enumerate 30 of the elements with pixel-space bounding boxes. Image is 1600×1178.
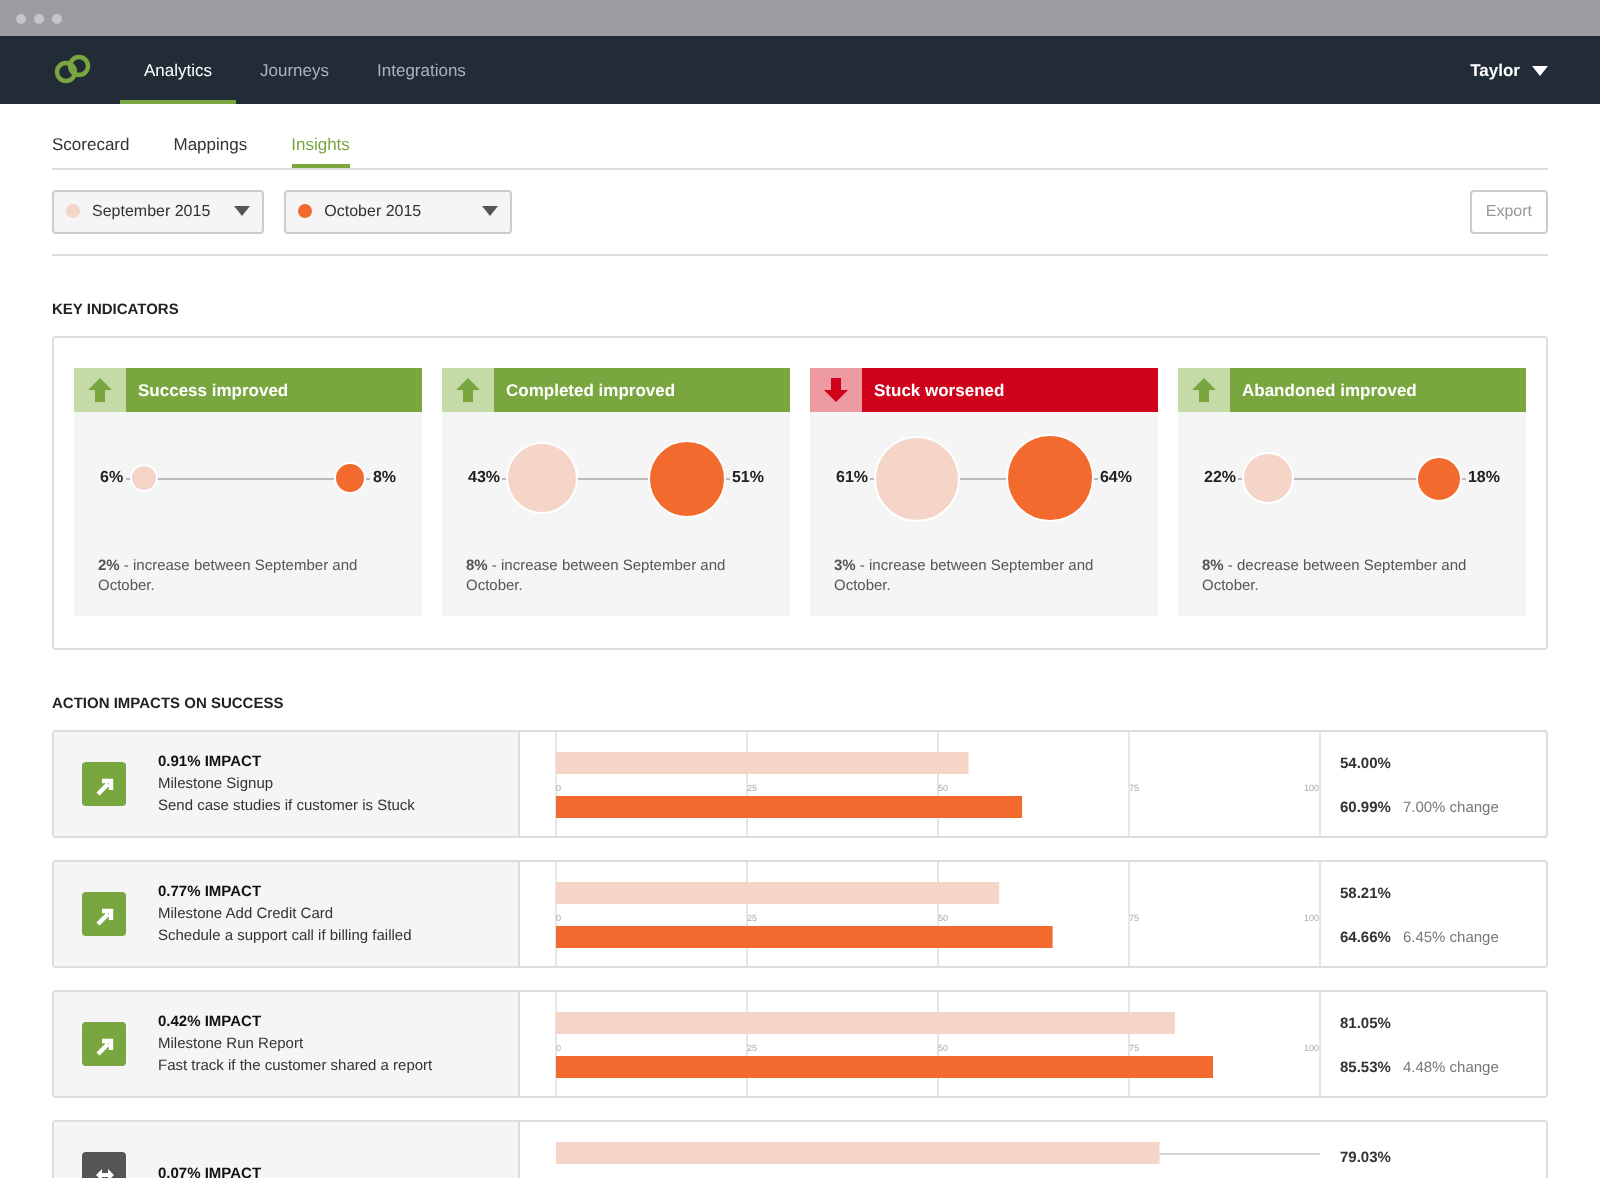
indicator-title: Stuck worsened bbox=[872, 377, 1007, 404]
user-menu[interactable]: Taylor bbox=[1470, 57, 1548, 83]
after-circle bbox=[1005, 434, 1094, 522]
nav-tab[interactable]: Analytics bbox=[120, 36, 237, 104]
logo-icon bbox=[52, 54, 92, 86]
caret-icon bbox=[234, 206, 251, 217]
up-arrow-icon bbox=[456, 378, 480, 402]
sub-tab[interactable]: Mappings bbox=[173, 132, 248, 168]
before-circle bbox=[1242, 452, 1295, 504]
indicator-title: Success improved bbox=[136, 377, 291, 404]
after-circle bbox=[647, 439, 726, 517]
after-circle bbox=[1415, 455, 1462, 501]
diagonal-arrow-icon bbox=[93, 773, 115, 796]
caret-icon bbox=[481, 206, 498, 217]
indicator-title: Completed improved bbox=[504, 377, 678, 404]
diagonal-arrow-icon bbox=[93, 1033, 115, 1056]
caret-icon bbox=[1532, 65, 1548, 75]
before-circle bbox=[506, 442, 579, 514]
month-dropdown[interactable]: October 2015 bbox=[284, 189, 512, 234]
up-arrow-icon bbox=[1192, 378, 1216, 402]
nav-tab[interactable]: Integrations bbox=[353, 36, 490, 104]
sub-tab[interactable]: Scorecard bbox=[52, 132, 130, 168]
up-arrow-icon bbox=[88, 378, 112, 402]
month-dropdown[interactable]: September 2015 bbox=[52, 189, 265, 234]
indicator-title: Abandoned improved bbox=[1240, 377, 1419, 404]
down-arrow-icon bbox=[824, 378, 848, 402]
after-circle bbox=[334, 462, 367, 494]
before-circle bbox=[129, 464, 158, 492]
diagonal-arrow-icon bbox=[93, 903, 115, 926]
nav-tab[interactable]: Journeys bbox=[236, 36, 354, 104]
